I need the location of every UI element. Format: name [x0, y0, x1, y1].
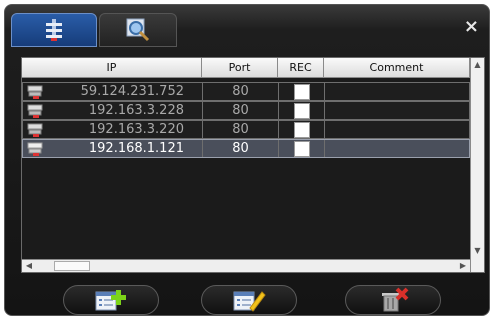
edit-device-icon	[233, 291, 266, 312]
comment-cell	[325, 83, 469, 100]
rec-checkbox[interactable]	[293, 121, 310, 138]
column-header-port[interactable]: Port	[202, 58, 278, 78]
device-icon	[27, 85, 43, 99]
table-row[interactable]: 192.163.3.228 80	[22, 101, 470, 120]
add-device-icon	[95, 290, 126, 311]
port-cell: 80	[203, 121, 279, 138]
column-header-rec[interactable]: REC	[278, 58, 324, 78]
rec-checkbox[interactable]	[293, 83, 310, 100]
device-icon	[27, 104, 43, 118]
table-row-selected[interactable]: 192.168.1.121 80	[22, 139, 470, 158]
column-header-ip[interactable]: IP	[22, 58, 202, 78]
table-header: IP Port REC Comment	[22, 58, 470, 78]
horizontal-scroll-thumb[interactable]	[54, 261, 90, 271]
ip-cell: 192.168.1.121	[23, 140, 203, 157]
ip-value: 59.124.231.752	[80, 84, 184, 99]
rec-cell	[279, 102, 325, 119]
ip-value: 192.163.3.220	[88, 122, 184, 137]
edit-device-button[interactable]	[201, 285, 297, 315]
scroll-left-icon[interactable]: ◀	[22, 260, 36, 272]
ip-cell: 192.163.3.228	[23, 102, 203, 119]
column-header-comment[interactable]: Comment	[324, 58, 470, 78]
ip-value: 192.163.3.228	[88, 103, 184, 118]
rec-cell	[279, 83, 325, 100]
ip-cell: 192.163.3.220	[23, 121, 203, 138]
port-cell: 80	[203, 140, 279, 157]
search-icon	[126, 18, 150, 42]
comment-cell	[325, 121, 469, 138]
port-cell: 80	[203, 83, 279, 100]
scroll-right-icon[interactable]: ▶	[456, 260, 470, 272]
rec-cell	[279, 140, 325, 157]
tab-device-list[interactable]	[11, 13, 97, 47]
device-icon	[27, 142, 43, 156]
port-cell: 80	[203, 102, 279, 119]
delete-device-icon	[382, 287, 409, 312]
ip-cell: 59.124.231.752	[23, 83, 203, 100]
close-button[interactable]: ×	[464, 17, 479, 37]
table-row[interactable]: 192.163.3.220 80	[22, 120, 470, 139]
vertical-scrollbar[interactable]: ▲ ▼	[470, 58, 484, 272]
scroll-down-icon[interactable]: ▼	[471, 244, 484, 258]
table-row[interactable]: 59.124.231.752 80	[22, 82, 470, 101]
device-manager-window: × IP Port REC Comment 59.124.231.752 80	[4, 4, 490, 316]
scroll-up-icon[interactable]: ▲	[471, 58, 484, 72]
horizontal-scrollbar[interactable]: ◀ ▶	[22, 259, 470, 272]
device-list-icon	[46, 19, 62, 41]
device-icon	[27, 123, 43, 137]
ip-value: 192.168.1.121	[88, 141, 184, 156]
rec-cell	[279, 121, 325, 138]
table-body: 59.124.231.752 80 192.163.3.228 80 192.1…	[22, 82, 470, 158]
tab-search[interactable]	[99, 13, 177, 47]
comment-cell	[325, 140, 469, 157]
add-device-button[interactable]	[63, 285, 159, 315]
rec-checkbox[interactable]	[293, 102, 310, 119]
delete-device-button[interactable]	[345, 285, 441, 315]
device-table: IP Port REC Comment 59.124.231.752 80 19…	[21, 57, 485, 273]
rec-checkbox[interactable]	[293, 140, 310, 157]
comment-cell	[325, 102, 469, 119]
